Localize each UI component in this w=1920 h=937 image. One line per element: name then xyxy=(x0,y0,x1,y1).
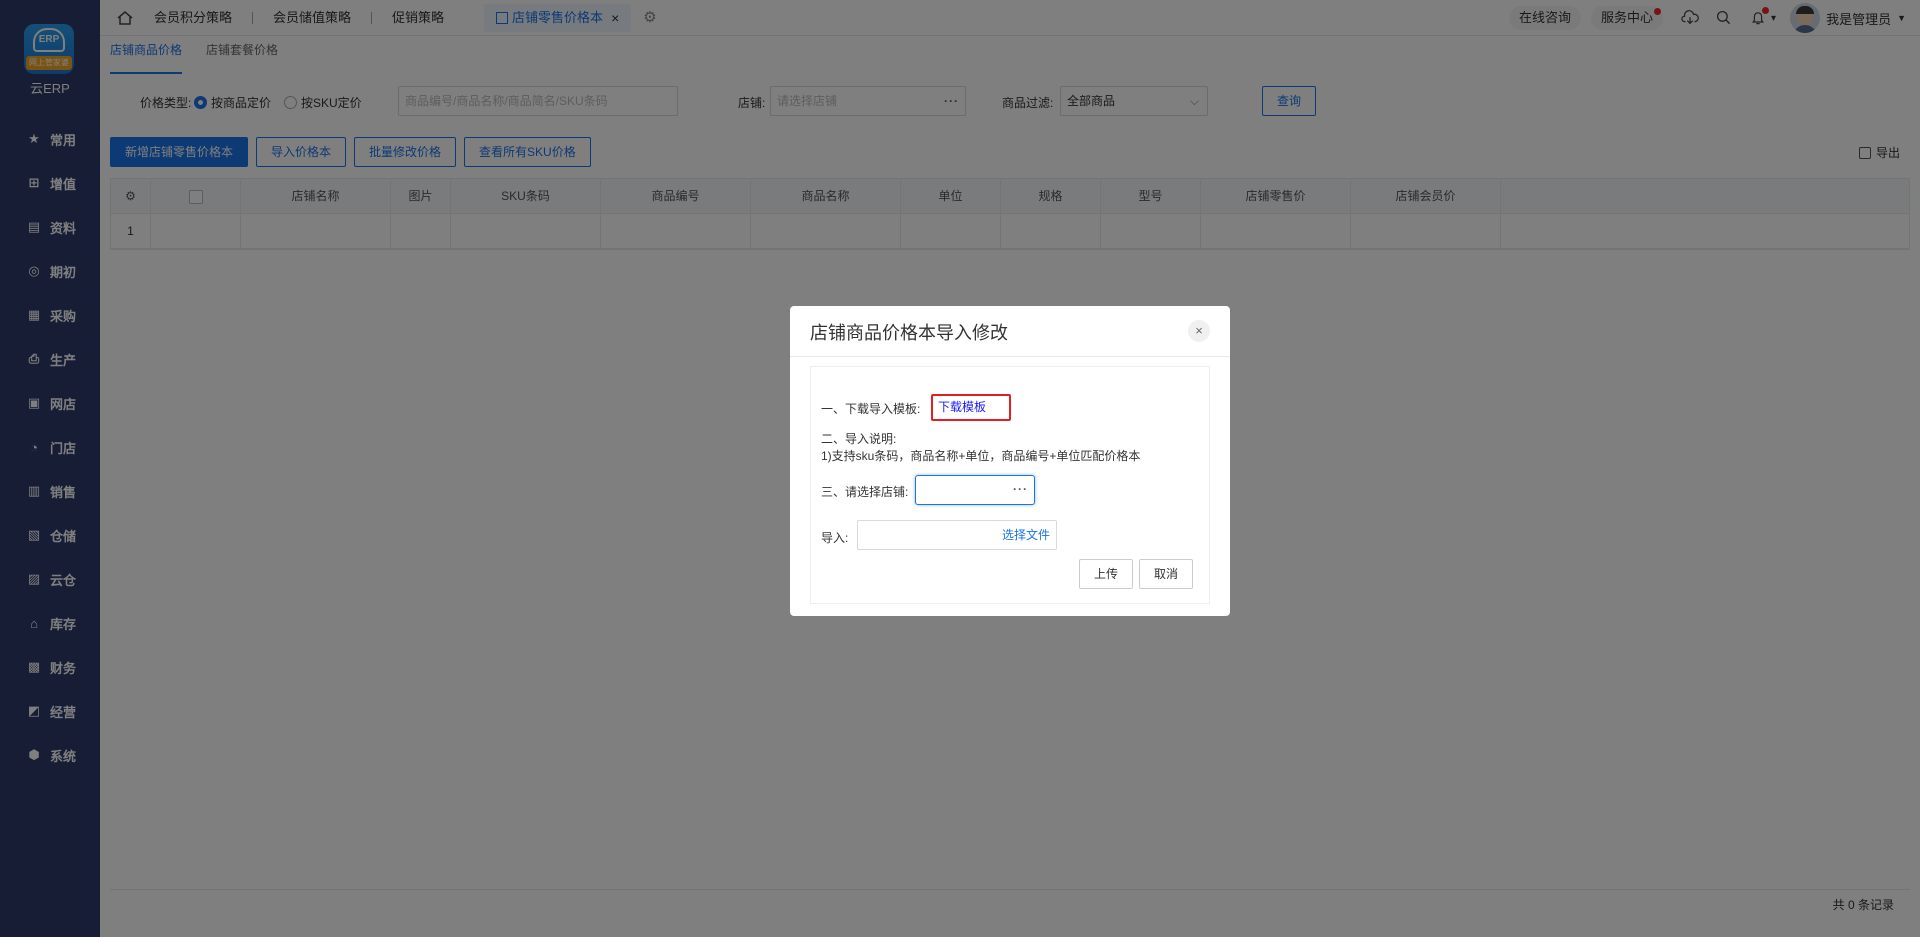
modal-overlay[interactable]: 店铺商品价格本导入修改 × 一、下载导入模板: 下载模板 二、导入说明: 1)支… xyxy=(0,0,1920,937)
step1-label: 一、下载导入模板: xyxy=(821,402,921,416)
file-input[interactable]: 选择文件 xyxy=(857,520,1057,550)
import-dialog: 店铺商品价格本导入修改 × 一、下载导入模板: 下载模板 二、导入说明: 1)支… xyxy=(790,306,1230,616)
step3-label: 三、请选择店铺: xyxy=(821,485,909,499)
more-dots-icon[interactable]: ··· xyxy=(1013,482,1028,496)
close-icon[interactable]: × xyxy=(1188,320,1210,342)
dialog-title: 店铺商品价格本导入修改 xyxy=(810,323,1008,343)
dialog-divider xyxy=(790,356,1230,357)
choose-file-button[interactable]: 选择文件 xyxy=(1002,521,1050,549)
upload-button[interactable]: 上传 xyxy=(1079,559,1133,589)
step2-description: 1)支持sku条码，商品名称+单位，商品编号+单位匹配价格本 xyxy=(821,449,1141,463)
step2-label: 二、导入说明: xyxy=(821,432,897,446)
download-template-link[interactable]: 下载模板 xyxy=(931,394,1011,421)
import-label: 导入: xyxy=(821,531,849,545)
cancel-button[interactable]: 取消 xyxy=(1139,559,1193,589)
dialog-body: 一、下载导入模板: 下载模板 二、导入说明: 1)支持sku条码，商品名称+单位… xyxy=(810,366,1210,604)
store-select-field[interactable]: ··· xyxy=(915,475,1035,505)
